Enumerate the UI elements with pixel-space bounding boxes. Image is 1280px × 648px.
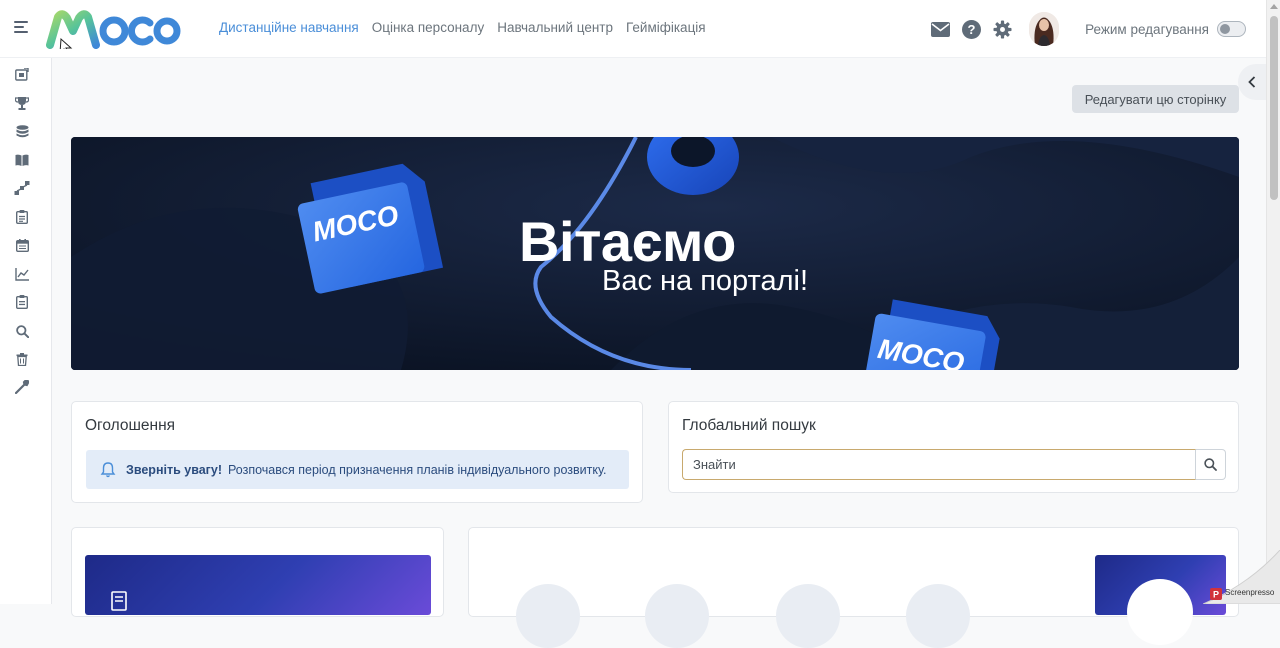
global-search-card: Глобальний пошук <box>668 401 1239 493</box>
bell-icon <box>100 461 116 477</box>
edit-mode-toggle[interactable] <box>1217 21 1246 37</box>
report-icon[interactable] <box>14 294 30 310</box>
clipboard-icon[interactable] <box>14 209 30 225</box>
scroll-up-arrow-icon[interactable] <box>1270 4 1278 9</box>
watermark-text: Screenpresso <box>1225 588 1275 597</box>
trash-icon[interactable] <box>14 351 30 367</box>
hierarchy-icon[interactable] <box>14 180 30 196</box>
alert-text: Розпочався період призначення планів інд… <box>227 462 607 477</box>
chart-icon[interactable] <box>14 266 30 282</box>
nav-link-distance-learning[interactable]: Дистанційне навчання <box>219 20 359 35</box>
user-avatar[interactable] <box>1029 12 1060 46</box>
trophy-icon[interactable] <box>14 95 30 111</box>
announcements-card: Оголошення Зверніть увагу! Розпочався пе… <box>71 401 643 503</box>
quick-link-item-4[interactable] <box>906 584 970 648</box>
global-search-button[interactable] <box>1196 449 1226 480</box>
chevron-left-icon <box>1248 76 1256 88</box>
svg-text:P: P <box>1213 590 1219 600</box>
top-navbar: Дистанційне навчання Оцінка персоналу На… <box>0 0 1266 58</box>
moco-logo[interactable] <box>46 9 182 49</box>
document-icon <box>111 591 127 611</box>
help-icon[interactable]: ? <box>961 19 981 39</box>
right-drawer-toggle[interactable] <box>1238 64 1266 100</box>
announcement-alert: Зверніть увагу! Розпочався період призна… <box>86 450 629 489</box>
quick-link-item-3[interactable] <box>776 584 840 648</box>
global-search-title: Глобальний пошук <box>682 417 816 434</box>
left-sidebar <box>0 58 52 604</box>
search-icon <box>1204 458 1217 471</box>
quick-link-item-2[interactable] <box>645 584 709 648</box>
courses-tile-image[interactable] <box>85 555 431 615</box>
calendar-icon[interactable] <box>14 237 30 253</box>
alert-bold-text: Зверніть увагу! <box>126 462 222 477</box>
nav-link-training-center[interactable]: Навчальний центр <box>497 20 613 35</box>
main-nav: Дистанційне навчання Оцінка персоналу На… <box>219 20 706 35</box>
hamburger-menu-icon[interactable] <box>14 21 28 33</box>
book-icon[interactable] <box>14 152 30 168</box>
quick-link-item-1[interactable] <box>516 584 580 648</box>
banner-subtitle: Вас на порталі! <box>602 265 809 297</box>
welcome-banner: MOCO MOCO Вітаємо Вас на порталі! <box>71 137 1239 370</box>
svg-text:?: ? <box>967 22 975 37</box>
wrench-icon[interactable] <box>14 379 30 395</box>
toggle-knob <box>1220 24 1230 34</box>
settings-icon[interactable] <box>992 19 1012 39</box>
database-icon[interactable] <box>14 123 30 139</box>
global-search-input[interactable] <box>682 449 1196 480</box>
announcements-title: Оголошення <box>85 417 176 434</box>
edit-mode-label: Режим редагування <box>1085 21 1209 37</box>
global-search-group <box>682 449 1226 480</box>
scrollbar-thumb[interactable] <box>1270 16 1278 200</box>
nav-link-gamification[interactable]: Гейміфікація <box>626 20 706 35</box>
screenpresso-watermark: P Screenpresso <box>1203 550 1280 604</box>
mail-icon[interactable] <box>930 19 950 39</box>
navbar-right: ? Режим редагування <box>930 12 1246 46</box>
search-icon[interactable] <box>14 323 30 339</box>
nav-link-personnel-assessment[interactable]: Оцінка персоналу <box>372 20 484 35</box>
page-scrollbar[interactable] <box>1266 0 1280 604</box>
tile-badge <box>1127 579 1193 645</box>
courses-icon[interactable] <box>14 66 30 82</box>
edit-page-button[interactable]: Редагувати цю сторінку <box>1072 85 1239 113</box>
